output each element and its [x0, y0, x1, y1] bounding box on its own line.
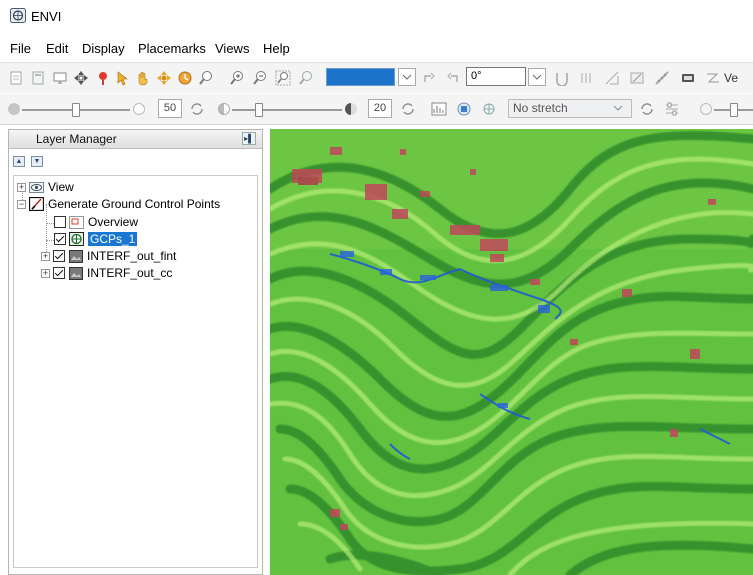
measure-icon[interactable] — [652, 68, 672, 88]
menu-placemarks[interactable]: Placemarks — [138, 41, 206, 56]
swipe-icon[interactable] — [577, 68, 597, 88]
brightness-value-field[interactable]: 50 — [158, 99, 182, 118]
reset-transparency-icon[interactable] — [398, 99, 418, 119]
transparency-icon — [345, 103, 357, 115]
brightness-slider-thumb[interactable] — [72, 103, 80, 117]
chevron-down-icon — [613, 105, 623, 111]
toolbar-trailing-label: Ve — [724, 71, 739, 85]
portal-icon[interactable] — [602, 68, 622, 88]
view-eye-icon — [29, 180, 44, 194]
tree-node-overview[interactable]: Overview — [54, 214, 138, 230]
placemark-pin-icon[interactable] — [93, 68, 113, 88]
display-toolbar: 50 20 No stretch — [0, 94, 753, 125]
expand-cc-button[interactable]: + — [41, 268, 50, 278]
stretch-type-icon[interactable] — [454, 99, 474, 119]
expand-fint-button[interactable]: + — [41, 251, 50, 261]
overview-checkbox[interactable] — [54, 216, 66, 228]
chevron-down-icon — [402, 74, 412, 80]
stretch-dropdown-button[interactable] — [610, 100, 628, 118]
main-toolbar: 0° Ve — [0, 62, 753, 93]
menu-file[interactable]: File — [10, 41, 31, 56]
pin-panel-icon[interactable]: ▸▌ — [242, 132, 256, 145]
zoom-fit-icon[interactable] — [296, 68, 316, 88]
transparency-value-field[interactable]: 20 — [368, 99, 392, 118]
raster-layer-icon — [68, 249, 83, 263]
stretch-settings-icon[interactable] — [662, 99, 682, 119]
zoom-in-icon[interactable] — [227, 68, 247, 88]
rotate-left-icon[interactable] — [420, 68, 440, 88]
vector-icon[interactable] — [703, 68, 723, 88]
menu-help[interactable]: Help — [263, 41, 290, 56]
rotate-right-icon[interactable] — [442, 68, 462, 88]
zoom-tool-icon[interactable] — [196, 68, 216, 88]
window-title: ENVI — [31, 9, 62, 24]
display-monitor-icon[interactable] — [50, 68, 70, 88]
tree-node-group[interactable]: − Generate Ground Control Points — [17, 196, 220, 212]
tree-node-cc[interactable]: + INTERF_out_cc — [41, 265, 172, 281]
brightness-dim-icon — [8, 103, 20, 115]
menu-bar: File Edit Display Placemarks Views Help — [0, 38, 753, 58]
layer-tree: + View − Generate Ground Control Points … — [13, 175, 258, 568]
rotation-dropdown-button[interactable] — [528, 68, 546, 86]
tree-node-gcps[interactable]: GCPs_1 — [54, 231, 138, 247]
image-view[interactable] — [270, 129, 753, 575]
reset-brightness-icon[interactable] — [187, 99, 207, 119]
layer-manager-panel: Layer Manager ▸▌ ▲ ▼ + View − Generate G… — [8, 129, 263, 575]
menu-display[interactable]: Display — [82, 41, 125, 56]
ground-control-group-icon — [29, 197, 44, 211]
sharpen-slider-thumb[interactable] — [730, 103, 738, 117]
chevron-down-icon — [532, 74, 542, 80]
gcps-checkbox[interactable] — [54, 233, 66, 245]
interferogram-image — [270, 129, 753, 575]
raster-layer-icon — [68, 266, 83, 280]
contrast-icon — [218, 103, 230, 115]
transparency-slider-thumb[interactable] — [255, 103, 263, 117]
tree-label-view: View — [48, 180, 74, 194]
sharpen-dim-icon — [700, 103, 712, 115]
envi-logo-icon — [10, 8, 26, 23]
overview-icon — [69, 215, 84, 229]
move-layer-down-icon[interactable]: ▼ — [31, 156, 43, 167]
fint-checkbox[interactable] — [53, 250, 65, 262]
layer-manager-title: Layer Manager — [36, 132, 117, 146]
refresh-stretch-icon[interactable] — [637, 99, 657, 119]
zoom-extent-icon[interactable] — [273, 68, 293, 88]
open-file-icon[interactable] — [28, 68, 48, 88]
tree-node-view[interactable]: + View — [17, 179, 74, 195]
zoom-dropdown-button[interactable] — [398, 68, 416, 86]
tree-label-overview: Overview — [88, 215, 139, 229]
zoom-field[interactable] — [326, 68, 395, 86]
tree-label-group: Generate Ground Control Points — [48, 197, 221, 211]
sharpen-icon[interactable] — [479, 99, 499, 119]
flicker-icon[interactable] — [552, 68, 572, 88]
annotation-icon[interactable] — [627, 68, 647, 88]
brightness-bright-icon — [133, 103, 145, 115]
tree-label-cc: INTERF_out_cc — [87, 266, 173, 280]
select-arrow-icon[interactable] — [112, 68, 132, 88]
rotation-field[interactable]: 0° — [466, 67, 526, 86]
zoom-out-icon[interactable] — [250, 68, 270, 88]
data-icon[interactable] — [678, 68, 698, 88]
pan-cross-icon[interactable] — [71, 68, 91, 88]
collapse-group-button[interactable]: − — [17, 199, 26, 209]
rotate-icon[interactable] — [175, 68, 195, 88]
new-document-icon[interactable] — [6, 68, 26, 88]
tree-label-gcps: GCPs_1 — [88, 232, 138, 246]
expand-view-button[interactable]: + — [17, 182, 26, 192]
menu-views[interactable]: Views — [215, 41, 249, 56]
menu-edit[interactable]: Edit — [46, 41, 68, 56]
fly-icon[interactable] — [154, 68, 174, 88]
layer-manager-header: Layer Manager ▸▌ — [9, 130, 262, 149]
tree-label-fint: INTERF_out_fint — [87, 249, 177, 263]
histogram-icon[interactable] — [429, 99, 449, 119]
move-layer-up-icon[interactable]: ▲ — [13, 156, 25, 167]
transparency-slider-track[interactable] — [232, 109, 342, 111]
gcp-crosshair-icon — [69, 232, 84, 246]
tree-node-fint[interactable]: + INTERF_out_fint — [41, 248, 176, 264]
cc-checkbox[interactable] — [53, 267, 65, 279]
title-bar: ENVI — [0, 0, 753, 32]
pan-hand-icon[interactable] — [133, 68, 153, 88]
